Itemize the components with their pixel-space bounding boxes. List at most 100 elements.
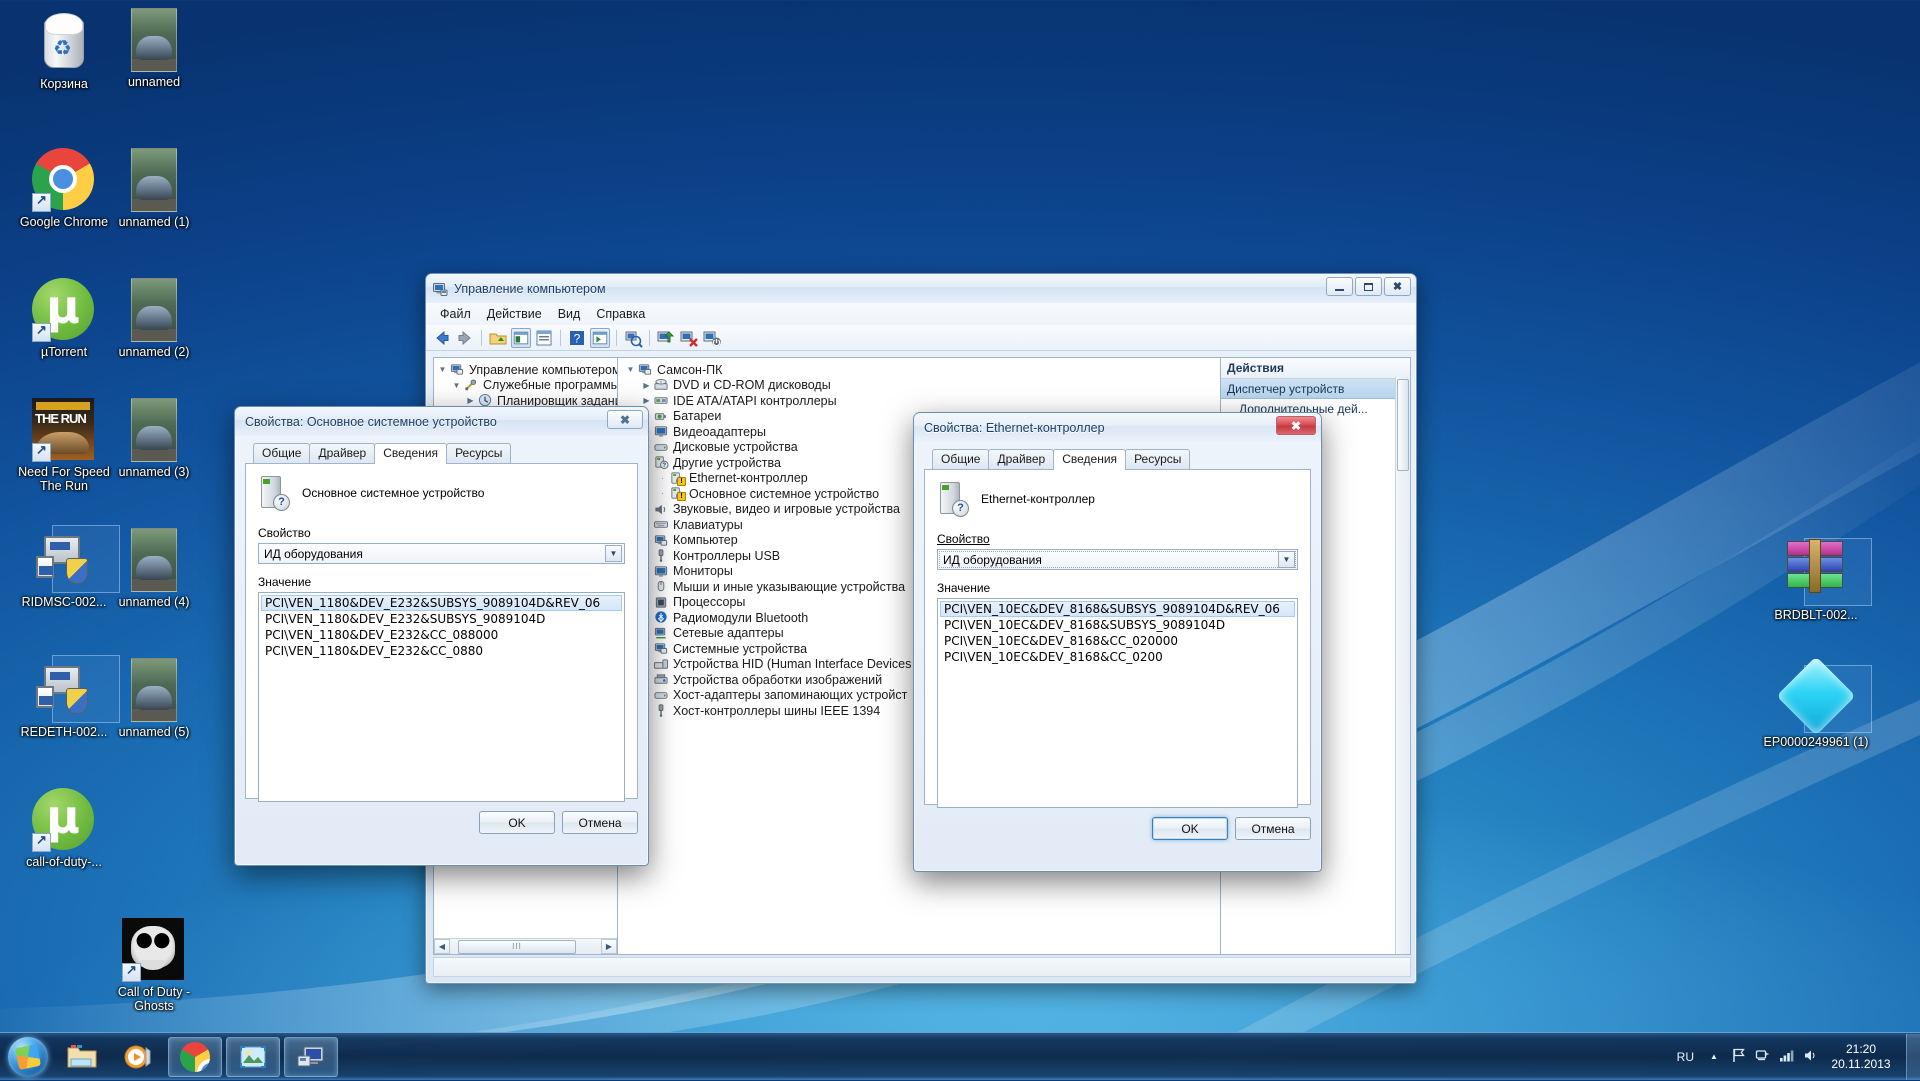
desktop-icon-3[interactable]: unnamed (1): [100, 148, 208, 229]
close-button[interactable]: ✖: [607, 410, 643, 429]
value-list-item[interactable]: PCI\VEN_1180&DEV_E232&SUBSYS_9089104D&RE…: [261, 595, 622, 611]
dialog-tabs-ethernet[interactable]: ОбщиеДрайверСведенияРесурсы: [924, 448, 1311, 469]
desktop-icon-13[interactable]: Call of Duty - Ghosts: [100, 918, 208, 1013]
property-combobox-system-device[interactable]: ИД оборудования ▼: [258, 543, 625, 564]
hscroll-thumb[interactable]: III: [458, 940, 576, 954]
tab-общие-system-device[interactable]: Общие: [253, 443, 310, 463]
menu-view[interactable]: Вид: [550, 305, 589, 323]
value-list-item[interactable]: PCI\VEN_10EC&DEV_8168&SUBSYS_9089104D&RE…: [940, 601, 1295, 617]
scroll-left-button[interactable]: ◀: [434, 939, 450, 954]
taskbar-item-chrome[interactable]: [168, 1037, 222, 1077]
uninstall-device-icon[interactable]: [679, 328, 699, 348]
value-list-item[interactable]: PCI\VEN_1180&DEV_E232&CC_088000: [261, 627, 622, 643]
windows-orb-icon[interactable]: [8, 1037, 48, 1077]
value-list-item[interactable]: PCI\VEN_10EC&DEV_8168&SUBSYS_9089104D: [940, 617, 1295, 633]
chevron-down-icon[interactable]: ▼: [605, 545, 622, 562]
expander-open-icon[interactable]: ▼: [436, 365, 449, 374]
menu-file[interactable]: Файл: [432, 305, 479, 323]
taskbar[interactable]: RU ▲ 21:20 20.11.2013: [0, 1032, 1920, 1080]
minimize-button[interactable]: [1326, 277, 1353, 296]
ok-button-system-device[interactable]: OK: [479, 811, 555, 834]
toolbar[interactable]: ?: [426, 325, 1416, 351]
properties-icon[interactable]: [534, 328, 554, 348]
tab-сведения-system-device[interactable]: Сведения: [374, 443, 447, 464]
desktop-icon-1[interactable]: unnamed: [100, 8, 208, 89]
menu-help[interactable]: Справка: [588, 305, 653, 323]
value-list-item[interactable]: PCI\VEN_10EC&DEV_8168&CC_020000: [940, 633, 1295, 649]
window-titlebar[interactable]: Управление компьютером ✖: [426, 274, 1416, 303]
network-unplugged-icon[interactable]: [1750, 1047, 1774, 1067]
disable-device-icon[interactable]: [702, 328, 722, 348]
window-controls[interactable]: ✖: [1326, 277, 1411, 296]
taskbar-item-explorer[interactable]: [56, 1037, 108, 1077]
tree-node[interactable]: ▶DVD и CD-ROM дисководы: [624, 378, 1217, 394]
ethernet-properties-dialog[interactable]: Свойства: Ethernet-контроллер ✖ ОбщиеДра…: [913, 412, 1322, 872]
vscroll-thumb[interactable]: [1397, 379, 1409, 471]
desktop-icon-9[interactable]: unnamed (4): [100, 528, 208, 609]
menu-bar[interactable]: Файл Действие Вид Справка: [426, 303, 1416, 325]
close-button[interactable]: ✖: [1276, 416, 1316, 435]
tab-драйвер-system-device[interactable]: Драйвер: [309, 443, 375, 463]
scroll-right-button[interactable]: ▶: [601, 939, 617, 954]
close-button[interactable]: ✖: [1384, 277, 1411, 296]
value-list-item[interactable]: PCI\VEN_1180&DEV_E232&SUBSYS_9089104D: [261, 611, 622, 627]
tab-сведения-ethernet[interactable]: Сведения: [1053, 449, 1126, 470]
tree-node[interactable]: ▶IDE ATA/ATAPI контроллеры: [624, 393, 1217, 409]
show-action-pane-icon[interactable]: [590, 328, 610, 348]
start-button[interactable]: [2, 1035, 54, 1079]
show-desktop-button[interactable]: [1906, 1034, 1920, 1080]
tab-драйвер-ethernet[interactable]: Драйвер: [988, 449, 1054, 469]
tree-node[interactable]: ▼Управление компьютером (л: [436, 362, 615, 378]
dialog-tabs-system-device[interactable]: ОбщиеДрайверСведенияРесурсы: [245, 442, 638, 463]
value-listbox-ethernet[interactable]: PCI\VEN_10EC&DEV_8168&SUBSYS_9089104D&RE…: [937, 598, 1298, 808]
system-tray[interactable]: RU ▲ 21:20 20.11.2013: [1669, 1033, 1920, 1081]
menu-action[interactable]: Действие: [479, 305, 550, 323]
desktop-icon-5[interactable]: unnamed (2): [100, 278, 208, 359]
system-device-properties-dialog[interactable]: Свойства: Основное системное устройство …: [234, 406, 649, 866]
tree-node[interactable]: ▼Самсон-ПК: [624, 362, 1217, 378]
scan-hardware-icon[interactable]: [623, 328, 643, 348]
signal-bars-icon[interactable]: [1774, 1047, 1798, 1067]
taskbar-item-photo-viewer[interactable]: [226, 1037, 280, 1077]
actions-pane-vscrollbar[interactable]: [1395, 377, 1410, 954]
value-list-item[interactable]: PCI\VEN_1180&DEV_E232&CC_0880: [261, 643, 622, 659]
desktop-icon-7[interactable]: unnamed (3): [100, 398, 208, 479]
expander-open-icon[interactable]: ▼: [450, 381, 463, 390]
dialog-titlebar-ethernet[interactable]: Свойства: Ethernet-контроллер ✖: [914, 413, 1321, 442]
clock[interactable]: 21:20 20.11.2013: [1822, 1042, 1900, 1072]
show-console-tree-icon[interactable]: [511, 328, 531, 348]
tab-общие-ethernet[interactable]: Общие: [932, 449, 989, 469]
expander-open-icon[interactable]: ▼: [624, 365, 637, 374]
desktop-icon-12[interactable]: µcall-of-duty-...: [10, 788, 118, 869]
console-tree-hscrollbar[interactable]: ◀ III ▶: [434, 938, 617, 954]
expander-closed-icon[interactable]: ▶: [640, 396, 653, 405]
action-center-flag-icon[interactable]: [1726, 1047, 1750, 1067]
chevron-down-icon[interactable]: ▼: [1278, 551, 1295, 568]
forward-icon[interactable]: [455, 328, 475, 348]
expander-closed-icon[interactable]: ▶: [464, 396, 477, 405]
volume-icon[interactable]: [1798, 1047, 1822, 1067]
ok-button-ethernet[interactable]: OK: [1152, 817, 1228, 840]
dialog-controls-system-device[interactable]: ✖: [607, 410, 643, 429]
cancel-button-system-device[interactable]: Отмена: [562, 811, 638, 834]
up-folder-icon[interactable]: [488, 328, 508, 348]
taskbar-item-media-player[interactable]: [112, 1037, 164, 1077]
back-icon[interactable]: [432, 328, 452, 348]
dialog-controls-ethernet[interactable]: ✖: [1276, 416, 1316, 435]
tray-language-indicator[interactable]: RU: [1669, 1050, 1702, 1064]
tab-ресурсы-ethernet[interactable]: Ресурсы: [1125, 449, 1190, 469]
tree-node[interactable]: ▼Служебные программы: [436, 378, 615, 394]
tab-ресурсы-system-device[interactable]: Ресурсы: [446, 443, 511, 463]
expander-closed-icon[interactable]: ▶: [640, 381, 653, 390]
help-icon[interactable]: ?: [567, 328, 587, 348]
property-combobox-ethernet[interactable]: ИД оборудования ▼: [937, 549, 1298, 570]
value-list-item[interactable]: PCI\VEN_10EC&DEV_8168&CC_0200: [940, 649, 1295, 665]
desktop-icon-right-1[interactable]: EP0000249961 (1): [1762, 665, 1870, 749]
desktop-icon-right-0[interactable]: BRDBLT-002...: [1762, 535, 1870, 622]
actions-item-device-manager[interactable]: Диспетчер устройств ▲: [1221, 379, 1410, 399]
taskbar-item-computer-management[interactable]: [284, 1037, 338, 1077]
value-listbox-system-device[interactable]: PCI\VEN_1180&DEV_E232&SUBSYS_9089104D&RE…: [258, 592, 625, 802]
maximize-button[interactable]: [1355, 277, 1382, 296]
update-driver-icon[interactable]: [656, 328, 676, 348]
dialog-titlebar-system-device[interactable]: Свойства: Основное системное устройство …: [235, 407, 648, 436]
